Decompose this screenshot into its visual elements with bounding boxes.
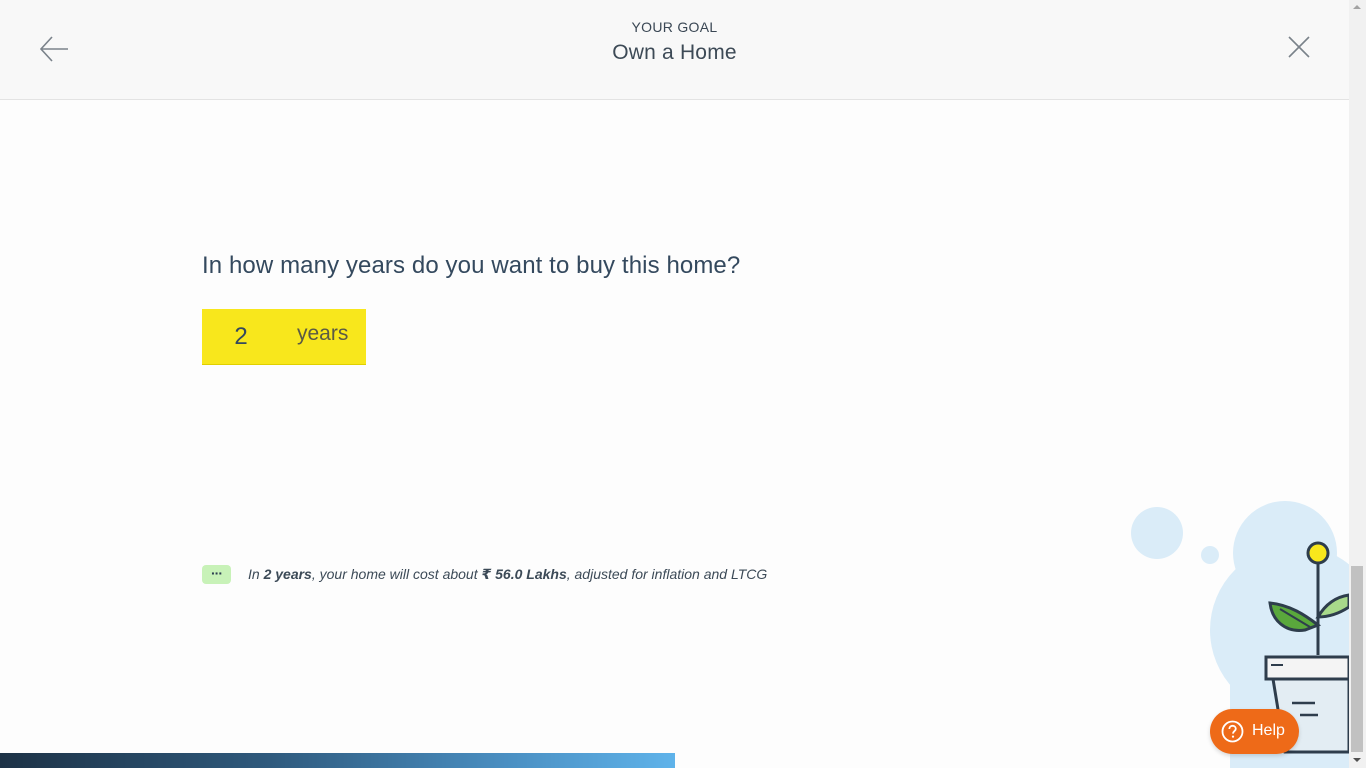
- scroll-down-arrow-icon[interactable]: [1353, 758, 1361, 762]
- chat-bubble-icon: ···: [202, 565, 231, 584]
- help-button[interactable]: Help: [1210, 709, 1299, 754]
- info-prefix: In: [248, 566, 264, 582]
- info-amount: ₹ 56.0 Lakhs: [481, 566, 567, 582]
- years-input-box: years: [202, 309, 366, 365]
- question-text: In how many years do you want to buy thi…: [202, 252, 741, 279]
- goal-page: YOUR GOAL Own a Home In how many years d…: [0, 0, 1366, 768]
- years-input[interactable]: [202, 309, 280, 365]
- question-circle-icon: [1221, 720, 1244, 743]
- info-suffix: , adjusted for inflation and LTCG: [566, 566, 768, 582]
- scrollbar[interactable]: [1349, 0, 1366, 768]
- close-icon: [1288, 36, 1310, 58]
- progress-bar: [0, 753, 675, 768]
- info-middle: , your home will cost about: [311, 566, 482, 582]
- header: YOUR GOAL Own a Home: [0, 0, 1349, 100]
- header-kicker: YOUR GOAL: [631, 19, 718, 35]
- help-label: Help: [1252, 722, 1285, 739]
- page-title: Own a Home: [612, 41, 737, 64]
- scrollbar-thumb[interactable]: [1351, 566, 1363, 752]
- years-unit-label: years: [297, 322, 349, 345]
- close-button[interactable]: [1286, 34, 1312, 60]
- info-years: 2 years: [263, 566, 312, 582]
- cost-info-text: In 2 years, your home will cost about ₹ …: [248, 566, 767, 583]
- scroll-up-arrow-icon[interactable]: [1353, 5, 1361, 9]
